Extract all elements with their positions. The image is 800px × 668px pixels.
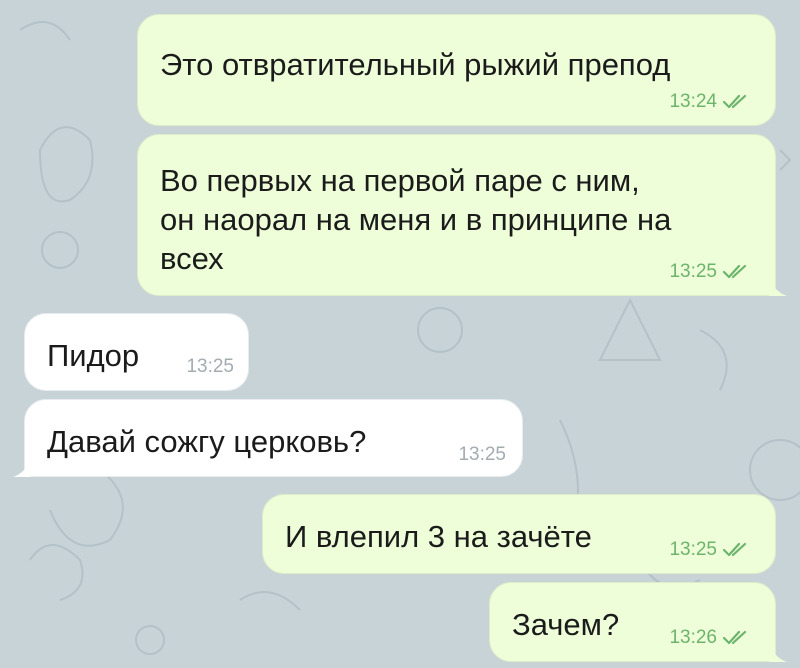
message-time: 13:25 bbox=[458, 444, 506, 465]
message-bubble-outgoing[interactable]: И влепил 3 на зачёте 13:25 bbox=[262, 494, 776, 574]
double-check-icon bbox=[723, 94, 747, 109]
message-time: 13:24 bbox=[669, 91, 717, 112]
message-text: И влепил 3 на зачёте bbox=[285, 519, 592, 554]
message-text: Во первых на первой паре с ним, он наора… bbox=[160, 163, 672, 276]
double-check-icon bbox=[723, 630, 747, 645]
message-time: 13:25 bbox=[669, 261, 717, 282]
message-meta: 13:25 bbox=[669, 539, 751, 561]
message-text: Пидор bbox=[47, 338, 140, 373]
message-bubble-outgoing[interactable]: Это отвратительный рыжий препод 13:24 bbox=[137, 14, 776, 126]
message-bubble-incoming[interactable]: Давай сожгу церковь? 13:25 bbox=[13, 399, 523, 477]
message-bubble-outgoing[interactable]: Во первых на первой паре с ним, он наора… bbox=[137, 134, 787, 296]
message-meta: 13:26 bbox=[669, 627, 751, 649]
message-meta: 13:25 bbox=[186, 356, 234, 378]
message-bubble-incoming[interactable]: Пидор 13:25 bbox=[24, 313, 249, 391]
message-text: Это отвратительный рыжий препод bbox=[160, 47, 671, 82]
message-text: Давай сожгу церковь? bbox=[47, 424, 367, 459]
bubble-tail bbox=[13, 459, 31, 477]
message-time: 13:25 bbox=[186, 356, 234, 377]
message-meta: 13:25 bbox=[669, 261, 751, 283]
double-check-icon bbox=[723, 542, 747, 557]
bubble-tail bbox=[769, 644, 787, 662]
message-meta: 13:25 bbox=[458, 444, 506, 466]
message-bubble-outgoing[interactable]: Зачем? 13:26 bbox=[489, 582, 787, 662]
message-time: 13:25 bbox=[669, 539, 717, 560]
double-check-icon bbox=[723, 264, 747, 279]
bubble-tail bbox=[769, 278, 787, 296]
message-time: 13:26 bbox=[669, 627, 717, 648]
message-text: Зачем? bbox=[512, 607, 620, 642]
message-meta: 13:24 bbox=[669, 91, 751, 113]
